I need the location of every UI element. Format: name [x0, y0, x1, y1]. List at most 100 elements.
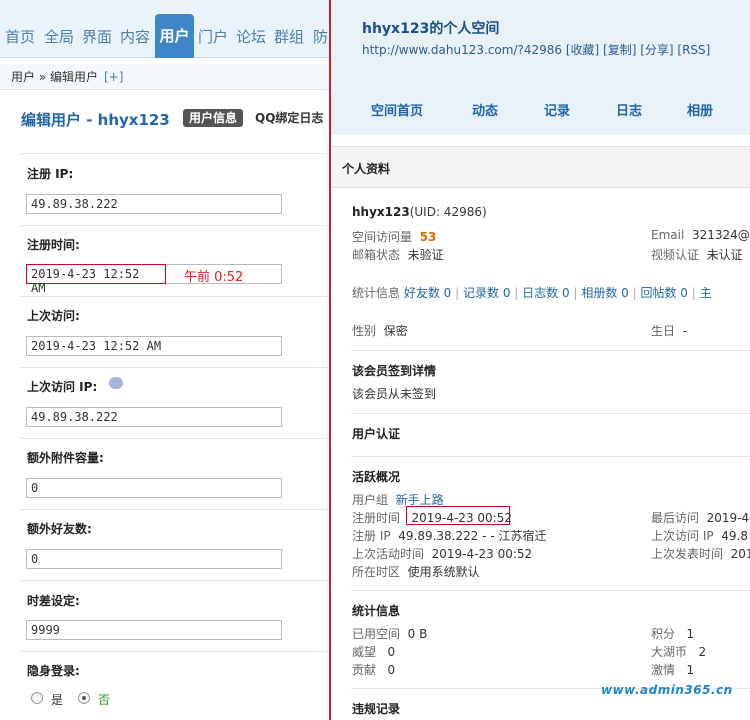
user-space-panel: hhyx123的个人空间 http://www.dahu123.com/?429…: [331, 0, 750, 720]
separator: |: [514, 286, 519, 300]
last-ip-line: 上次访问 IP 49.8: [651, 527, 748, 544]
nav-tab-defense[interactable]: 防: [313, 27, 328, 47]
breadcrumb-add-button[interactable]: [+]: [104, 70, 123, 84]
last-visit-value: 2019-4-: [706, 511, 750, 525]
stat-records-link[interactable]: 记录数 0: [463, 286, 510, 300]
contrib-line: 贡献 0: [352, 661, 395, 678]
last-visit-input[interactable]: 2019-4-23 12:52 AM: [26, 336, 282, 356]
profile-section-title: 个人资料: [342, 162, 391, 176]
timezone-input[interactable]: 9999: [26, 620, 282, 640]
stat-friends-link[interactable]: 好友数 0: [404, 286, 451, 300]
divider: [20, 580, 329, 581]
nav-tab-content[interactable]: 内容: [120, 27, 150, 47]
timezone-line: 所在时区 使用系统默认: [352, 563, 480, 580]
tab-user-info[interactable]: 用户信息: [183, 109, 244, 127]
divider: [351, 413, 750, 414]
field-label-timezone: 时差设定:: [27, 594, 80, 608]
nav-tab-portal[interactable]: 门户: [198, 27, 228, 47]
profile-uid: (UID: 42986): [409, 205, 487, 219]
reg-ip-input[interactable]: 49.89.38.222: [26, 194, 282, 214]
email-value: 321324@qq: [691, 228, 750, 242]
extra-friends-input[interactable]: 0: [26, 549, 282, 569]
nav-tab-group[interactable]: 群组: [274, 27, 304, 47]
usergroup-label: 用户组: [352, 493, 389, 507]
profile-section-header: 个人资料: [331, 146, 750, 188]
divider: [20, 367, 329, 368]
last-post-value: 201: [730, 547, 750, 561]
nav-feed[interactable]: 动态: [472, 100, 498, 119]
reg-ip-line: 注册 IP 49.89.38.222 - - 江苏宿迁: [352, 527, 547, 544]
reg-time-input[interactable]: 2019-4-23 12:52 AM: [26, 264, 166, 295]
video-auth-line: 视频认证 未认证: [651, 246, 743, 263]
usergroup-link[interactable]: 新手上路: [396, 493, 444, 507]
breadcrumb-text: 用户 » 编辑用户: [11, 70, 98, 84]
tab-qq-bind-log[interactable]: QQ绑定日志: [255, 109, 323, 127]
auth-title: 用户认证: [352, 427, 401, 441]
nav-blog[interactable]: 日志: [616, 100, 642, 119]
points-value: 1: [686, 627, 695, 641]
nav-space-home[interactable]: 空间首页: [371, 100, 423, 119]
divider: [351, 350, 750, 351]
stat-albums-link[interactable]: 相册数 0: [581, 286, 628, 300]
nav-tab-users[interactable]: 用户: [155, 14, 194, 58]
mail-status-line: 邮箱状态 未验证: [352, 246, 444, 263]
last-visit-ip-input[interactable]: 49.89.38.222: [26, 407, 282, 427]
timezone-label: 所在时区: [352, 565, 401, 579]
mail-status-value: 未验证: [407, 248, 444, 262]
extra-attach-input[interactable]: 0: [26, 478, 282, 498]
reg-time-label: 注册时间: [352, 511, 401, 525]
nav-tab-home[interactable]: 首页: [5, 27, 35, 47]
last-visit-line: 最后访问 2019-4-: [651, 509, 750, 526]
last-ip-label: 上次访问 IP: [651, 529, 714, 543]
birthday-line: 生日 -: [651, 322, 687, 339]
space-url-actions[interactable]: [收藏] [复制] [分享] [RSS]: [566, 43, 710, 57]
points-label: 积分: [651, 627, 676, 641]
last-active-line: 上次活动时间 2019-4-23 00:52: [352, 545, 532, 562]
prestige-value: 0: [387, 645, 396, 659]
nav-tab-forum[interactable]: 论坛: [236, 27, 266, 47]
birthday-label: 生日: [651, 324, 676, 338]
stat-more-link[interactable]: 主: [700, 286, 712, 300]
divider: [20, 296, 329, 297]
email-line: Email 321324@qq: [651, 228, 750, 242]
space-url[interactable]: http://www.dahu123.com/?42986: [362, 43, 562, 57]
last-active-label: 上次活动时间: [352, 547, 425, 561]
coins-label: 大湖币: [651, 645, 688, 659]
divider: [20, 153, 329, 154]
last-ip-value: 49.8: [721, 529, 748, 543]
last-post-line: 上次发表时间 201: [651, 545, 750, 562]
divider: [20, 651, 329, 652]
separator: |: [632, 286, 637, 300]
field-label-invisible-login: 隐身登录:: [27, 664, 80, 678]
invisible-yes-label: 是: [51, 693, 64, 707]
nav-tab-global[interactable]: 全局: [44, 27, 74, 47]
stat-blogs-link[interactable]: 日志数 0: [522, 286, 569, 300]
signin-value: 该会员从未签到: [352, 387, 437, 401]
passion-line: 激情 1: [651, 661, 694, 678]
space-title: hhyx123的个人空间: [362, 21, 500, 37]
passion-value: 1: [686, 663, 695, 677]
invisible-yes-radio[interactable]: [31, 692, 43, 704]
watermark: www.admin365.cn: [601, 683, 733, 697]
field-label-extra-attach: 额外附件容量:: [27, 451, 104, 465]
mail-status-label: 邮箱状态: [352, 248, 401, 262]
nav-records[interactable]: 记录: [544, 100, 570, 119]
nav-album[interactable]: 相册: [687, 100, 713, 119]
last-active-value: 2019-4-23 00:52: [431, 547, 533, 561]
active-title: 活跃概况: [352, 470, 401, 484]
divider: [20, 509, 329, 510]
edit-user-title: 编辑用户 - hhyx123: [21, 111, 170, 129]
divider: [20, 225, 329, 226]
admin-top-nav: 首页 全局 界面 内容 用户 门户 论坛 群组 防: [0, 0, 329, 58]
space-used-label: 已用空间: [352, 627, 401, 641]
nav-tab-interface[interactable]: 界面: [82, 27, 112, 47]
stat-replies-link[interactable]: 回帖数 0: [640, 286, 687, 300]
contrib-label: 贡献: [352, 663, 377, 677]
space-used-line: 已用空间 0 B: [352, 625, 427, 642]
invisible-no-radio[interactable]: [78, 692, 90, 704]
reg-ip-value: 49.89.38.222 - - 江苏宿迁: [398, 529, 547, 543]
profile-username: hhyx123: [352, 205, 410, 219]
gender-line: 性别 保密: [352, 322, 408, 339]
prestige-label: 威望: [352, 645, 377, 659]
help-bubble-icon[interactable]: [109, 377, 123, 389]
